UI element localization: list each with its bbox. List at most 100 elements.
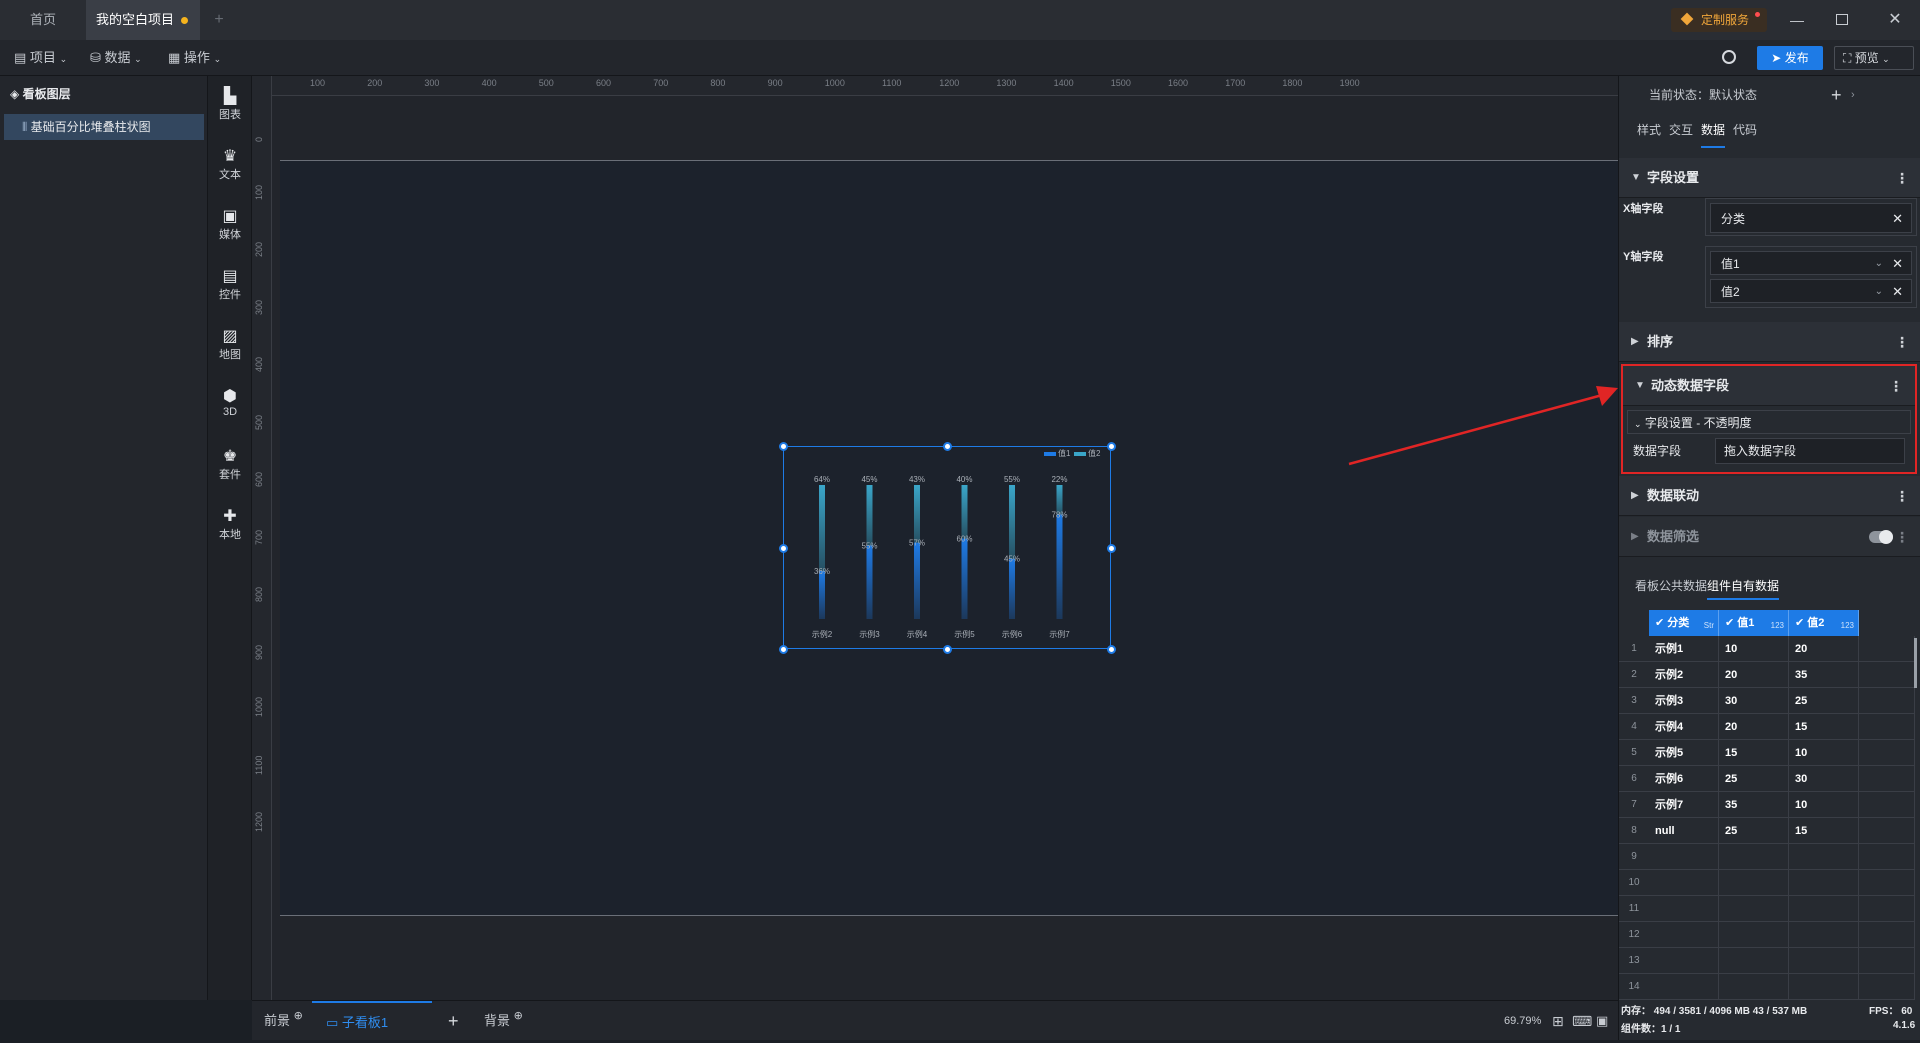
table-scrollbar[interactable]	[1914, 638, 1917, 688]
add-circle-icon[interactable]: ⊕	[294, 1010, 303, 1022]
table-cell[interactable]: 示例5	[1649, 740, 1719, 766]
data-tab-public[interactable]: 看板公共数据	[1635, 574, 1707, 598]
data-tab-own[interactable]: 组件自有数据	[1707, 574, 1780, 600]
tab-project[interactable]: 我的空白项目	[86, 0, 200, 40]
publish-button[interactable]: ➤ 发布	[1757, 46, 1823, 70]
resize-handle-nw[interactable]	[779, 442, 788, 451]
data-table[interactable]: ✔ 分类 Str ✔ 值1 123 ✔ 值2 123 1 示例1 10 20 2 示例2 20 35…	[1619, 610, 1920, 1010]
tab-style[interactable]: 样式	[1637, 114, 1661, 146]
expand-icon[interactable]: ›	[1851, 76, 1855, 114]
resize-handle-ne[interactable]	[1107, 442, 1116, 451]
table-cell[interactable]: 15	[1719, 740, 1789, 766]
table-cell[interactable]	[1719, 844, 1789, 870]
table-cell[interactable]	[1649, 844, 1719, 870]
tab-data[interactable]: 数据	[1701, 114, 1726, 148]
table-cell[interactable]: 30	[1719, 688, 1789, 714]
tab-code[interactable]: 代码	[1733, 114, 1757, 146]
table-cell[interactable]	[1789, 948, 1859, 974]
menu-project[interactable]: ▤ 项目 ⌄	[14, 40, 67, 76]
table-cell[interactable]: 示例4	[1649, 714, 1719, 740]
close-icon[interactable]: ✕	[1884, 0, 1906, 40]
table-cell[interactable]	[1719, 896, 1789, 922]
restore-icon[interactable]	[1836, 14, 1848, 25]
y-axis-field-2[interactable]: 值2 ⌄ ✕	[1710, 279, 1912, 303]
table-cell[interactable]: 20	[1789, 636, 1859, 662]
more-icon[interactable]: ⋮	[1895, 158, 1909, 198]
column-header-category[interactable]: ✔ 分类 Str	[1649, 610, 1719, 636]
data-filter-section[interactable]: ▶ 数据筛选 ⋮	[1619, 517, 1920, 557]
resize-handle-se[interactable]	[1107, 645, 1116, 654]
table-cell-empty[interactable]	[1859, 662, 1915, 688]
table-cell[interactable]: 20	[1719, 714, 1789, 740]
table-cell[interactable]: 15	[1789, 714, 1859, 740]
y-axis-field-1[interactable]: 值1 ⌄ ✕	[1710, 251, 1912, 275]
table-cell[interactable]	[1649, 896, 1719, 922]
add-circle-icon[interactable]: ⊕	[514, 1010, 523, 1022]
table-cell[interactable]	[1649, 948, 1719, 974]
chevron-down-icon[interactable]: ⌄	[1875, 252, 1883, 276]
chevron-down-icon[interactable]: ⌄	[1875, 280, 1883, 304]
table-cell[interactable]	[1719, 974, 1789, 1000]
category-kit[interactable]: ♚ 套件	[208, 448, 252, 482]
category-text[interactable]: ♛ 文本	[208, 148, 252, 182]
filter-toggle[interactable]	[1869, 530, 1893, 544]
table-cell-empty[interactable]	[1859, 688, 1915, 714]
add-board-button[interactable]: +	[448, 1001, 459, 1041]
dynamic-field-section[interactable]: ▼ 动态数据字段 ⋮	[1623, 366, 1915, 406]
fit-screen-icon[interactable]: ⊞	[1552, 1001, 1564, 1041]
minimize-icon[interactable]: —	[1786, 0, 1808, 40]
table-cell[interactable]: 示例2	[1649, 662, 1719, 688]
search-icon[interactable]	[1722, 50, 1736, 64]
table-cell[interactable]	[1719, 948, 1789, 974]
table-cell[interactable]	[1719, 922, 1789, 948]
table-cell[interactable]	[1789, 870, 1859, 896]
table-cell[interactable]: null	[1649, 818, 1719, 844]
more-icon[interactable]: ⋮	[1895, 322, 1909, 362]
table-cell[interactable]: 35	[1789, 662, 1859, 688]
zoom-level[interactable]: 69.79%	[1504, 1001, 1541, 1041]
category-chart[interactable]: ▙ 图表	[208, 88, 252, 122]
more-icon[interactable]: ⋮	[1889, 366, 1903, 406]
table-cell-empty[interactable]	[1859, 870, 1915, 896]
column-header-value2[interactable]: ✔ 值2 123	[1789, 610, 1859, 636]
add-state-button[interactable]: +	[1831, 76, 1842, 114]
table-cell[interactable]	[1649, 870, 1719, 896]
table-cell[interactable]: 25	[1719, 818, 1789, 844]
resize-handle-sw[interactable]	[779, 645, 788, 654]
table-cell[interactable]: 35	[1719, 792, 1789, 818]
table-cell[interactable]: 示例1	[1649, 636, 1719, 662]
resize-handle-w[interactable]	[779, 544, 788, 553]
canvas-area[interactable]: 100 200 300 400 500 600 700 800 900 1000 1100 1200 1…	[252, 76, 1618, 1000]
field-settings-section[interactable]: ▼ 字段设置 ⋮	[1619, 158, 1920, 198]
category-map[interactable]: ▨ 地图	[208, 328, 252, 362]
layer-item[interactable]: ⦀ 基础百分比堆叠柱状图	[4, 114, 204, 140]
keyboard-icon[interactable]: ⌨	[1572, 1001, 1592, 1041]
table-cell[interactable]: 示例3	[1649, 688, 1719, 714]
table-cell-empty[interactable]	[1859, 896, 1915, 922]
table-cell[interactable]	[1649, 922, 1719, 948]
table-cell-empty[interactable]	[1859, 766, 1915, 792]
current-state[interactable]: 当前状态：默认状态	[1649, 76, 1757, 114]
table-cell[interactable]	[1649, 974, 1719, 1000]
table-cell-empty[interactable]	[1859, 844, 1915, 870]
custom-service-button[interactable]: 定制服务	[1671, 8, 1767, 32]
table-cell[interactable]: 25	[1719, 766, 1789, 792]
tab-foreground[interactable]: 前景 ⊕	[264, 1001, 303, 1042]
data-linkage-section[interactable]: ▶ 数据联动 ⋮	[1619, 476, 1920, 516]
tab-home[interactable]: 首页	[0, 0, 86, 40]
table-cell[interactable]	[1789, 844, 1859, 870]
table-cell-empty[interactable]	[1859, 740, 1915, 766]
terminal-icon[interactable]: ▣	[1596, 1001, 1608, 1041]
table-cell[interactable]: 25	[1789, 688, 1859, 714]
remove-icon[interactable]: ✕	[1892, 252, 1903, 276]
data-field-input[interactable]: 拖入数据字段	[1715, 438, 1905, 464]
category-local[interactable]: ✚ 本地	[208, 508, 252, 542]
chart-component[interactable]: 36% 64% 示例2 55% 45% 示例3 57% 43% 示例4 60% 40% 示例5 45% 5…	[783, 446, 1111, 649]
sort-section[interactable]: ▶ 排序 ⋮	[1619, 322, 1920, 362]
category-3d[interactable]: ⬢ 3D	[208, 388, 252, 418]
resize-handle-n[interactable]	[943, 442, 952, 451]
more-icon[interactable]: ⋮	[1895, 517, 1909, 557]
table-cell[interactable]: 20	[1719, 662, 1789, 688]
table-cell[interactable]	[1789, 922, 1859, 948]
table-cell[interactable]	[1789, 896, 1859, 922]
